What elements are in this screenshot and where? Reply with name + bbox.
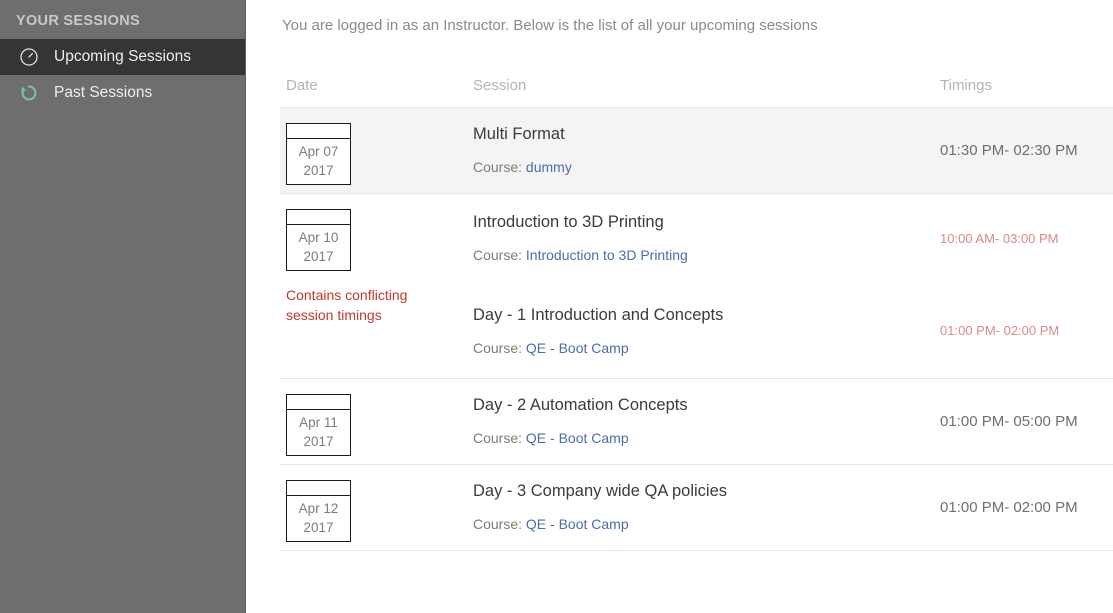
date-badge-monthday: Apr 12	[298, 501, 339, 516]
session-title: Multi Format	[473, 125, 565, 143]
course-link[interactable]: Introduction to 3D Printing	[526, 247, 688, 263]
session-course: Course: QE - Boot Camp	[473, 514, 923, 534]
date-badge: Apr 12 2017	[286, 480, 351, 542]
main-content: You are logged in as an Instructor. Belo…	[246, 0, 1113, 613]
course-label: Course:	[473, 430, 523, 446]
cell-session: Multi Format Course: dummy	[470, 108, 923, 193]
date-badge-year: 2017	[303, 162, 334, 178]
date-badge-cap	[287, 210, 350, 225]
sidebar-item-upcoming-sessions[interactable]: Upcoming Sessions	[0, 39, 245, 75]
course-link[interactable]: QE - Boot Camp	[526, 340, 629, 356]
cell-session: Day - 1 Introduction and Concepts Course…	[470, 283, 923, 378]
cell-session: Day - 3 Company wide QA policies Course:…	[470, 465, 923, 550]
cell-timings: 01:00 PM- 02:00 PM	[940, 499, 1078, 516]
date-badge-monthday: Apr 07	[298, 144, 339, 159]
table-row[interactable]: Apr 07 2017 Multi Format Course: dummy 0…	[280, 108, 1113, 194]
column-header-date: Date	[286, 77, 318, 94]
sessions-table: Date Session Timings Apr 07 2017 Multi F…	[246, 36, 1113, 551]
date-badge-year: 2017	[303, 248, 334, 264]
course-label: Course:	[473, 340, 523, 356]
cell-timings: 01:00 PM- 05:00 PM	[940, 413, 1078, 430]
cell-date: Apr 12 2017	[280, 465, 470, 550]
column-header-session: Session	[473, 77, 527, 94]
date-badge-monthday: Apr 10	[298, 230, 339, 245]
cell-date: Apr 11 2017	[280, 379, 470, 464]
course-link[interactable]: dummy	[526, 159, 572, 175]
course-label: Course:	[473, 159, 523, 175]
cell-session: Day - 2 Automation Concepts Course: QE -…	[470, 379, 923, 464]
cell-timings: 01:30 PM- 02:30 PM	[940, 142, 1078, 159]
cell-session: Introduction to 3D Printing Course: Intr…	[470, 194, 923, 283]
history-refresh-icon	[18, 82, 40, 104]
sidebar-title: YOUR SESSIONS	[16, 13, 140, 29]
clock-icon	[18, 46, 40, 68]
table-row[interactable]: Apr 11 2017 Day - 2 Automation Concepts …	[280, 379, 1113, 465]
session-title: Day - 2 Automation Concepts	[473, 396, 688, 414]
table-header: Date Session Timings	[280, 36, 1113, 108]
table-subrow[interactable]: Introduction to 3D Printing Course: Intr…	[470, 194, 1113, 283]
cell-timings: 10:00 AM- 03:00 PM	[940, 231, 1059, 246]
session-course: Course: QE - Boot Camp	[473, 428, 923, 448]
intro-message: You are logged in as an Instructor. Belo…	[282, 17, 818, 34]
date-badge: Apr 07 2017	[286, 123, 351, 185]
date-badge: Apr 11 2017	[286, 394, 351, 456]
sidebar-nav: Upcoming Sessions Past Sessions	[0, 39, 245, 111]
course-link[interactable]: QE - Boot Camp	[526, 430, 629, 446]
sidebar-item-past-sessions[interactable]: Past Sessions	[0, 75, 245, 111]
session-title: Introduction to 3D Printing	[473, 213, 664, 231]
table-row-group-conflicting[interactable]: Apr 10 2017 Contains conflicting session…	[280, 194, 1113, 379]
date-badge-cap	[287, 124, 350, 139]
course-label: Course:	[473, 247, 523, 263]
page-root: YOUR SESSIONS Upcoming Sessions Past Ses…	[0, 0, 1113, 613]
course-label: Course:	[473, 516, 523, 532]
session-course: Course: dummy	[473, 157, 923, 177]
sidebar: YOUR SESSIONS Upcoming Sessions Past Ses…	[0, 0, 246, 613]
session-course: Course: Introduction to 3D Printing	[473, 245, 923, 265]
date-badge-cap	[287, 395, 350, 410]
cell-date: Apr 10 2017 Contains conflicting session…	[280, 194, 470, 378]
sidebar-item-label: Past Sessions	[54, 84, 153, 101]
table-row[interactable]: Apr 12 2017 Day - 3 Company wide QA poli…	[280, 465, 1113, 551]
sidebar-item-label: Upcoming Sessions	[54, 48, 191, 65]
session-title: Day - 3 Company wide QA policies	[473, 482, 728, 500]
session-title: Day - 1 Introduction and Concepts	[473, 306, 724, 324]
conflicting-session-list: Introduction to 3D Printing Course: Intr…	[470, 194, 1113, 378]
date-badge-year: 2017	[303, 433, 334, 449]
session-course: Course: QE - Boot Camp	[473, 338, 923, 358]
course-link[interactable]: QE - Boot Camp	[526, 516, 629, 532]
column-header-timings: Timings	[940, 77, 992, 94]
cell-date: Apr 07 2017	[280, 108, 470, 193]
date-badge-cap	[287, 481, 350, 496]
cell-timings: 01:00 PM- 02:00 PM	[940, 323, 1060, 338]
date-badge-year: 2017	[303, 519, 334, 535]
table-subrow[interactable]: Day - 1 Introduction and Concepts Course…	[470, 283, 1113, 378]
conflict-warning: Contains conflicting session timings	[286, 287, 408, 323]
date-badge-monthday: Apr 11	[299, 415, 338, 430]
date-badge: Apr 10 2017	[286, 209, 351, 271]
